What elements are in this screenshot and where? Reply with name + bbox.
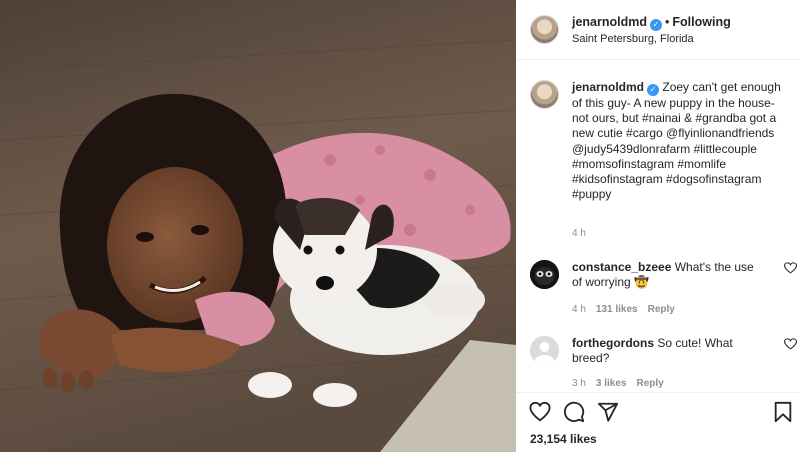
comment-icon[interactable] <box>563 401 585 423</box>
post-likes-count[interactable]: 23,154 likes <box>530 432 597 446</box>
default-user-avatar-icon <box>530 336 559 365</box>
comment-text-block: forthegordons So cute! What breed? <box>572 336 762 366</box>
bookmark-icon[interactable] <box>772 401 794 423</box>
author-line: jenarnoldmd ✓ • Following <box>572 15 731 31</box>
commenter-avatar-default[interactable] <box>530 336 559 365</box>
share-icon[interactable] <box>597 401 619 423</box>
comment-timestamp[interactable]: 3 h <box>572 378 586 389</box>
comment-username[interactable]: constance_bzeee <box>572 260 671 274</box>
caption-username[interactable]: jenarnoldmd <box>572 80 644 94</box>
caption-timestamp[interactable]: 4 h <box>572 228 586 239</box>
verified-badge-icon: ✓ <box>650 19 663 31</box>
commenter-avatar-dark-creature[interactable] <box>530 260 559 289</box>
comment-reply-button[interactable]: Reply <box>648 304 675 315</box>
heart-icon[interactable] <box>529 401 551 423</box>
dark-creature-avatar-icon <box>530 260 559 289</box>
verified-badge-icon: ✓ <box>647 84 660 96</box>
comment-reply-button[interactable]: Reply <box>637 378 664 389</box>
comment-timestamp[interactable]: 4 h <box>572 304 586 315</box>
comment-text-block: constance_bzeee What's the use of worryi… <box>572 260 762 290</box>
caption-author-avatar[interactable] <box>530 80 559 109</box>
comment-meta: 4 h 131 likes Reply <box>572 304 685 315</box>
author-avatar[interactable] <box>530 15 559 44</box>
comment-like-heart-icon[interactable] <box>784 338 797 350</box>
comment-username[interactable]: forthegordons <box>572 336 654 350</box>
post-header: jenarnoldmd ✓ • Following Saint Petersburg,… <box>516 0 800 60</box>
post-location[interactable]: Saint Petersburg, Florida <box>572 33 694 45</box>
comment-likes-count[interactable]: 3 likes <box>596 378 627 389</box>
comment-meta: 3 h 3 likes Reply <box>572 378 674 389</box>
post-side-panel: jenarnoldmd ✓ • Following Saint Petersburg,… <box>516 0 800 452</box>
caption-text-block: jenarnoldmd ✓ Zoey can't get enough of th… <box>572 80 792 202</box>
post-photo[interactable] <box>0 0 516 452</box>
photo-girl-and-puppy <box>0 0 516 452</box>
separator-dot: • <box>665 15 670 29</box>
author-username[interactable]: jenarnoldmd <box>572 15 647 29</box>
caption-text: Zoey can't get enough of this guy- A new… <box>572 80 781 202</box>
comment-likes-count[interactable]: 131 likes <box>596 304 638 315</box>
comment-like-heart-icon[interactable] <box>784 262 797 274</box>
post-actions-bar: 23,154 likes <box>516 392 800 452</box>
following-button[interactable]: Following <box>672 15 730 29</box>
